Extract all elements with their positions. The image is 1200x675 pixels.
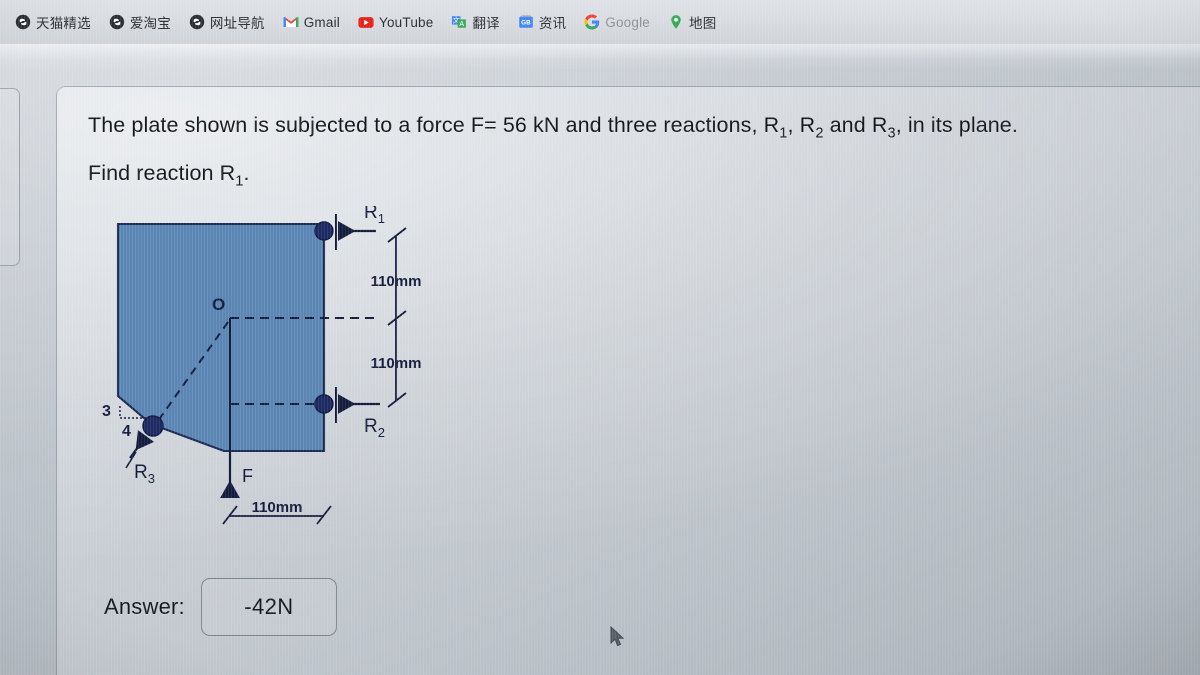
bookmark-label: YouTube [379,14,434,30]
bookmark-label: 翻译 [472,16,500,31]
answer-row: Answer: -42N [104,578,337,636]
plate-free-body-diagram: O F R1 R2 R3 3 4 110mm 110mm 110mm [96,206,476,546]
support-r2-node [314,394,334,414]
bookmark-tianmao[interactable]: 天猫精选 [6,9,100,35]
dim-tick-left [222,505,238,525]
taobao-circle-icon [109,14,125,30]
problem-line-1: The plate shown is subjected to a force … [88,108,1178,146]
centroid-label: O [212,295,225,314]
bookmark-label: 爱淘宝 [129,16,171,31]
svg-text:GB: GB [521,20,531,27]
dim-top-label: 110mm [371,273,422,290]
bookmark-news[interactable]: GB 资讯 [509,9,575,35]
problem-line-2: Find reaction R1. [88,156,1178,194]
google-translate-icon: 文 A [451,14,467,30]
bookmark-wangzhidaohang[interactable]: 网址导航 [180,9,274,35]
r2-label: R2 [364,416,385,440]
answer-label: Answer: [104,594,185,619]
dim-tick-right [316,505,332,525]
slope-run-label: 4 [122,423,131,440]
dim-tick-bottom [387,392,407,408]
youtube-icon [358,14,374,30]
statement-sub-3: 3 [887,125,896,142]
problem-statement: The plate shown is subjected to a force … [88,108,1178,194]
dim-tick-mid [387,310,407,326]
support-r3-node [142,415,164,437]
statement-text-b: , R [787,113,816,137]
question-text-a: Find reaction R [88,160,236,185]
gmail-icon [283,14,299,30]
r3-arrow [129,430,155,459]
r1-label: R1 [364,206,385,226]
dim-tick-top [387,227,407,243]
google-g-icon [584,14,600,30]
mouse-pointer [610,625,626,648]
bookmarks-bar: 天猫精选 爱淘宝 网址导航 Gmail YouTube 文 A 翻译 GB 资讯… [0,0,1200,44]
r3-label: R3 [134,462,155,486]
taobao-circle-icon [189,14,205,30]
google-maps-pin-icon [668,14,684,30]
bookmark-label: 天猫精选 [36,16,91,31]
bookmark-label: Gmail [303,14,340,30]
statement-text-c: and R [823,113,888,137]
bookmark-gmail[interactable]: Gmail [274,11,349,33]
question-sub: 1 [235,173,244,190]
answer-input[interactable]: -42N [200,578,337,636]
bookmark-aitaobao[interactable]: 爱淘宝 [100,9,180,35]
bookmark-translate[interactable]: 文 A 翻译 [442,9,508,35]
slope-rise-label: 3 [102,403,111,420]
taobao-circle-icon [15,14,31,30]
support-r1-node [314,221,334,241]
diagram-svg: O F R1 R2 R3 3 4 110mm 110mm 110mm [102,206,422,525]
svg-text:A: A [460,21,465,28]
bookmark-maps[interactable]: 地图 [659,9,725,35]
bookmark-label: 地图 [689,16,717,31]
bookmark-label: 资讯 [538,16,567,31]
bookmark-label: Google [605,14,650,30]
force-label: F [242,466,253,486]
left-edge-panel [0,88,20,266]
google-news-icon: GB [518,14,534,30]
bookmark-google[interactable]: Google [575,11,659,33]
bookmark-label: 网址导航 [209,16,265,31]
statement-sub-2: 2 [815,125,824,142]
statement-text-d: , in its plane. [895,113,1018,137]
bookmarks-bar-reflection [0,44,1200,70]
statement-sub-1: 1 [779,125,788,142]
dim-horizontal-label: 110mm [252,499,303,516]
bookmark-youtube[interactable]: YouTube [349,11,442,33]
dim-bottom-label: 110mm [371,355,422,372]
question-text-b: . [243,160,250,185]
statement-text-a: The plate shown is subjected to a force … [88,113,780,137]
